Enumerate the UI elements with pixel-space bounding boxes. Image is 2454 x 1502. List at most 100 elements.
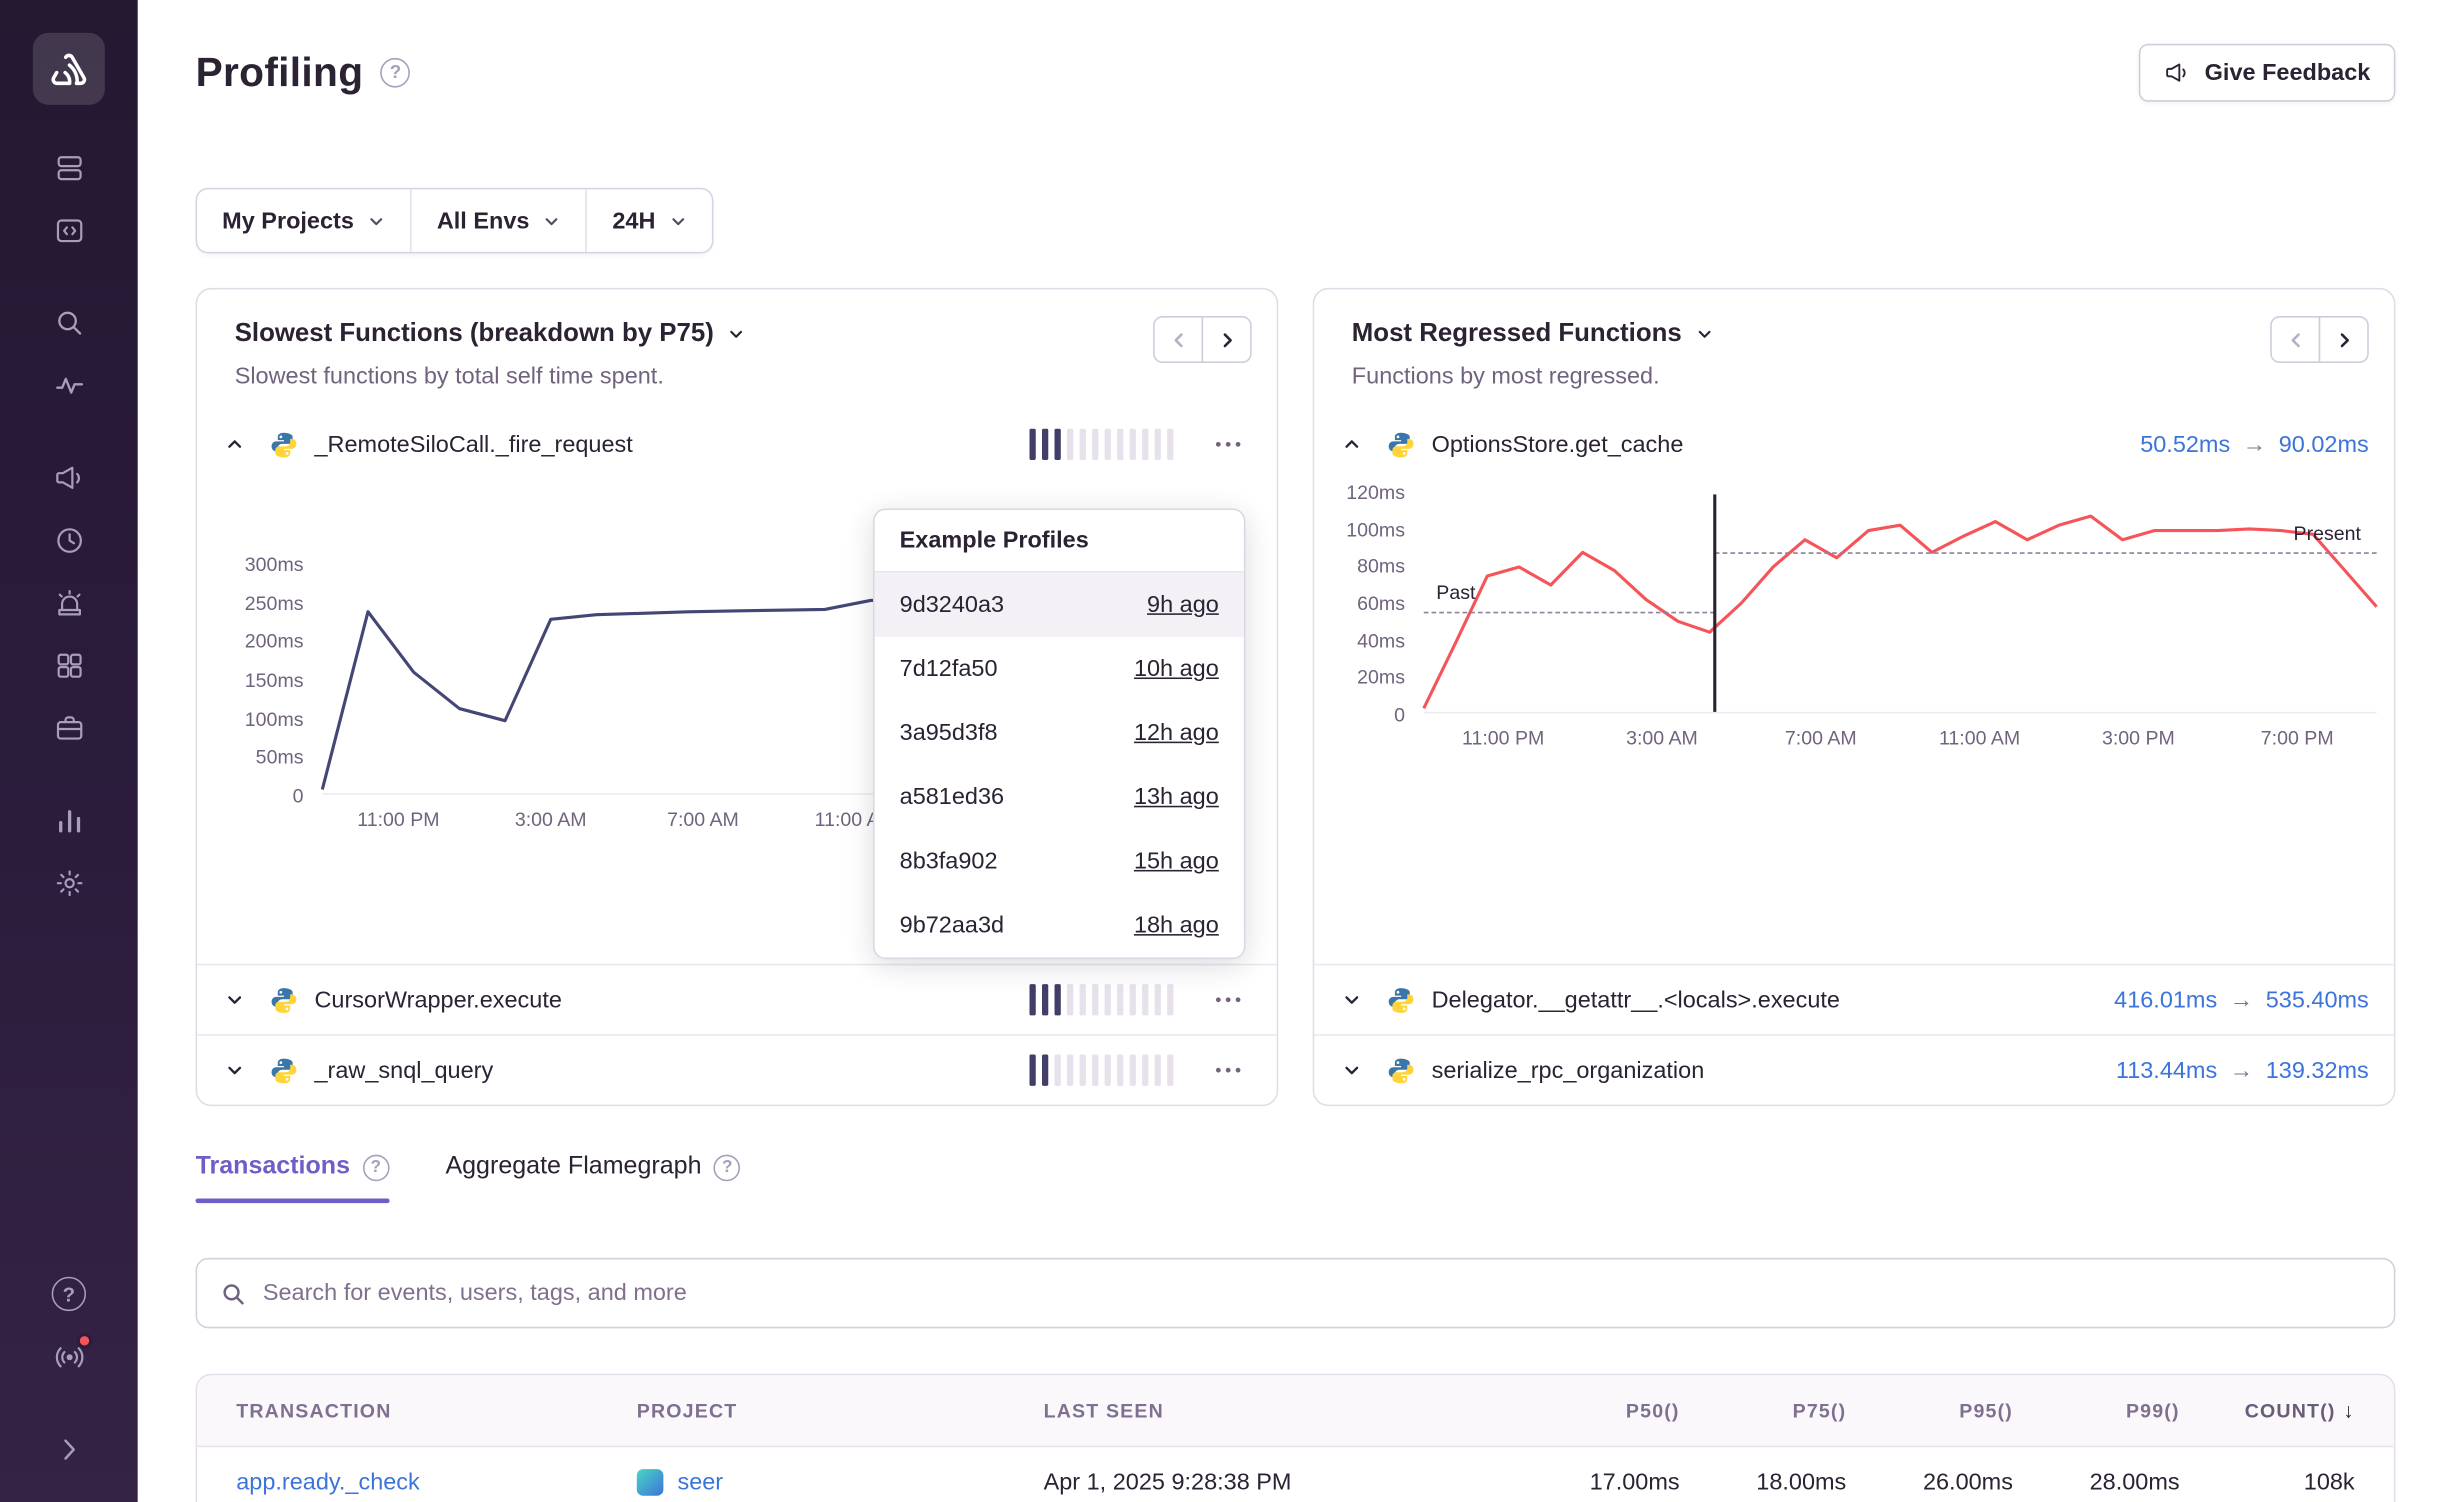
profile-age-link[interactable]: 15h ago xyxy=(1134,848,1219,875)
python-icon xyxy=(1386,985,1416,1015)
help-question-icon[interactable]: ? xyxy=(381,57,411,87)
profile-item[interactable]: 9d3240a39h ago xyxy=(875,573,1244,637)
sidebar-item-search[interactable] xyxy=(34,291,103,354)
function-name[interactable]: CursorWrapper.execute xyxy=(314,986,561,1013)
chevron-down-icon[interactable] xyxy=(728,325,745,342)
profile-item[interactable]: 8b3fa90215h ago xyxy=(875,829,1244,893)
expand-row-button[interactable] xyxy=(1333,1051,1371,1089)
sidebar-item-stats[interactable] xyxy=(34,789,103,852)
chevron-right-icon xyxy=(52,1432,85,1465)
ellipsis-icon xyxy=(1214,995,1242,1004)
after-value[interactable]: 139.32ms xyxy=(2266,1057,2369,1084)
help-question-icon[interactable]: ? xyxy=(714,1154,741,1181)
collapse-row-button[interactable] xyxy=(216,426,254,464)
profile-item[interactable]: a581ed3613h ago xyxy=(875,765,1244,829)
column-header-count[interactable]: COUNT() ↓ xyxy=(2180,1399,2355,1422)
help-question-icon[interactable]: ? xyxy=(363,1154,390,1181)
x-tick-label: 3:00 AM xyxy=(475,809,627,831)
after-value[interactable]: 90.02ms xyxy=(2279,431,2369,458)
regression-values: 50.52ms → 90.02ms xyxy=(2140,431,2369,458)
column-header-p75[interactable]: P75() xyxy=(1680,1400,1847,1422)
function-row[interactable]: Delegator.__getattr__.<locals>.execute 4… xyxy=(1314,964,2394,1034)
column-header-transaction[interactable]: TRANSACTION xyxy=(236,1400,637,1422)
column-header-last-seen[interactable]: LAST SEEN xyxy=(1044,1400,1513,1422)
p75-value: 18.00ms xyxy=(1680,1468,1847,1495)
chevron-left-icon xyxy=(1168,329,1188,349)
expand-row-button[interactable] xyxy=(1333,981,1371,1019)
present-baseline xyxy=(1714,552,2376,554)
profile-age-link[interactable]: 9h ago xyxy=(1147,591,1219,618)
profile-item[interactable]: 7d12fa5010h ago xyxy=(875,637,1244,701)
more-options-button[interactable] xyxy=(1205,979,1252,1020)
environment-filter-dropdown[interactable]: All Envs xyxy=(410,189,586,252)
before-value[interactable]: 50.52ms xyxy=(2140,431,2230,458)
next-page-button[interactable] xyxy=(2319,316,2369,363)
function-name[interactable]: OptionsStore.get_cache xyxy=(1432,431,1684,458)
x-axis: 11:00 PM3:00 AM7:00 AM11:00 AM3:00 PM7:0… xyxy=(1424,728,2377,750)
collapse-row-button[interactable] xyxy=(1333,426,1371,464)
sort-desc-icon: ↓ xyxy=(2343,1399,2354,1422)
prev-page-button[interactable] xyxy=(1153,316,1203,363)
profile-age-link[interactable]: 18h ago xyxy=(1134,912,1219,939)
sidebar-item-explore[interactable] xyxy=(34,199,103,262)
expand-row-button[interactable] xyxy=(216,981,254,1019)
transaction-link[interactable]: app.ready._check xyxy=(236,1468,637,1495)
before-value[interactable]: 416.01ms xyxy=(2114,986,2217,1013)
sidebar-item-settings[interactable] xyxy=(34,851,103,914)
sidebar-item-feedback[interactable] xyxy=(34,446,103,509)
python-icon xyxy=(269,985,299,1015)
sidebar-item-issues[interactable] xyxy=(34,136,103,199)
profile-age-link[interactable]: 12h ago xyxy=(1134,720,1219,747)
profile-item[interactable]: 3a95d3f812h ago xyxy=(875,701,1244,765)
sidebar-item-help[interactable]: ? xyxy=(34,1263,103,1326)
profile-age-link[interactable]: 10h ago xyxy=(1134,656,1219,683)
chevron-down-icon[interactable] xyxy=(1696,325,1713,342)
arrow-right-icon: → xyxy=(2230,1057,2253,1084)
function-name[interactable]: serialize_rpc_organization xyxy=(1432,1057,1705,1084)
x-tick-label: 7:00 AM xyxy=(627,809,779,831)
column-header-p99[interactable]: P99() xyxy=(2013,1400,2180,1422)
p50-value: 17.00ms xyxy=(1513,1468,1680,1495)
pulse-icon xyxy=(52,368,85,401)
panel-subtitle: Functions by most regressed. xyxy=(1352,363,2222,390)
tab-transactions[interactable]: Transactions ? xyxy=(196,1153,390,1203)
give-feedback-button[interactable]: Give Feedback xyxy=(2139,43,2395,101)
before-value[interactable]: 113.44ms xyxy=(2116,1057,2217,1084)
column-header-p95[interactable]: P95() xyxy=(1846,1400,2013,1422)
more-options-button[interactable] xyxy=(1205,1050,1252,1091)
next-page-button[interactable] xyxy=(1202,316,1252,363)
sidebar-item-alerts[interactable] xyxy=(34,571,103,634)
date-range-dropdown[interactable]: 24H xyxy=(586,189,712,252)
y-tick-label: 250ms xyxy=(245,592,304,614)
prev-page-button[interactable] xyxy=(2270,316,2320,363)
sidebar-expand-button[interactable] xyxy=(34,1418,103,1481)
project-link[interactable]: seer xyxy=(677,1468,723,1495)
profile-age-link[interactable]: 13h ago xyxy=(1134,784,1219,811)
sidebar-item-performance[interactable] xyxy=(34,354,103,417)
function-row[interactable]: _raw_snql_query xyxy=(197,1034,1277,1104)
more-options-button[interactable] xyxy=(1205,424,1252,465)
sentry-logo[interactable] xyxy=(33,33,105,105)
after-value[interactable]: 535.40ms xyxy=(2266,986,2369,1013)
function-name[interactable]: Delegator.__getattr__.<locals>.execute xyxy=(1432,986,1840,1013)
sidebar-item-replays[interactable] xyxy=(34,508,103,571)
sidebar-item-dashboards[interactable] xyxy=(34,634,103,697)
count-value: 108k xyxy=(2180,1468,2355,1495)
search-input[interactable] xyxy=(263,1280,2370,1307)
p95-value: 26.00ms xyxy=(1846,1468,2013,1495)
table-row[interactable]: app.ready._check seer Apr 1, 2025 9:28:3… xyxy=(197,1447,2394,1502)
function-name[interactable]: _RemoteSiloCall._fire_request xyxy=(314,431,632,458)
tab-aggregate-flamegraph[interactable]: Aggregate Flamegraph ? xyxy=(445,1153,740,1203)
column-header-p50[interactable]: P50() xyxy=(1513,1400,1680,1422)
mini-bar-chart xyxy=(1029,429,1174,460)
y-tick-label: 150ms xyxy=(245,670,304,692)
project-filter-dropdown[interactable]: My Projects xyxy=(197,189,410,252)
sidebar-item-whats-new[interactable] xyxy=(34,1325,103,1388)
profile-item[interactable]: 9b72aa3d18h ago xyxy=(875,893,1244,957)
function-row[interactable]: CursorWrapper.execute xyxy=(197,964,1277,1034)
function-name[interactable]: _raw_snql_query xyxy=(314,1057,493,1084)
sidebar-item-insights[interactable] xyxy=(34,696,103,759)
column-header-project[interactable]: PROJECT xyxy=(637,1400,1044,1422)
function-row[interactable]: serialize_rpc_organization 113.44ms → 13… xyxy=(1314,1034,2394,1104)
expand-row-button[interactable] xyxy=(216,1051,254,1089)
